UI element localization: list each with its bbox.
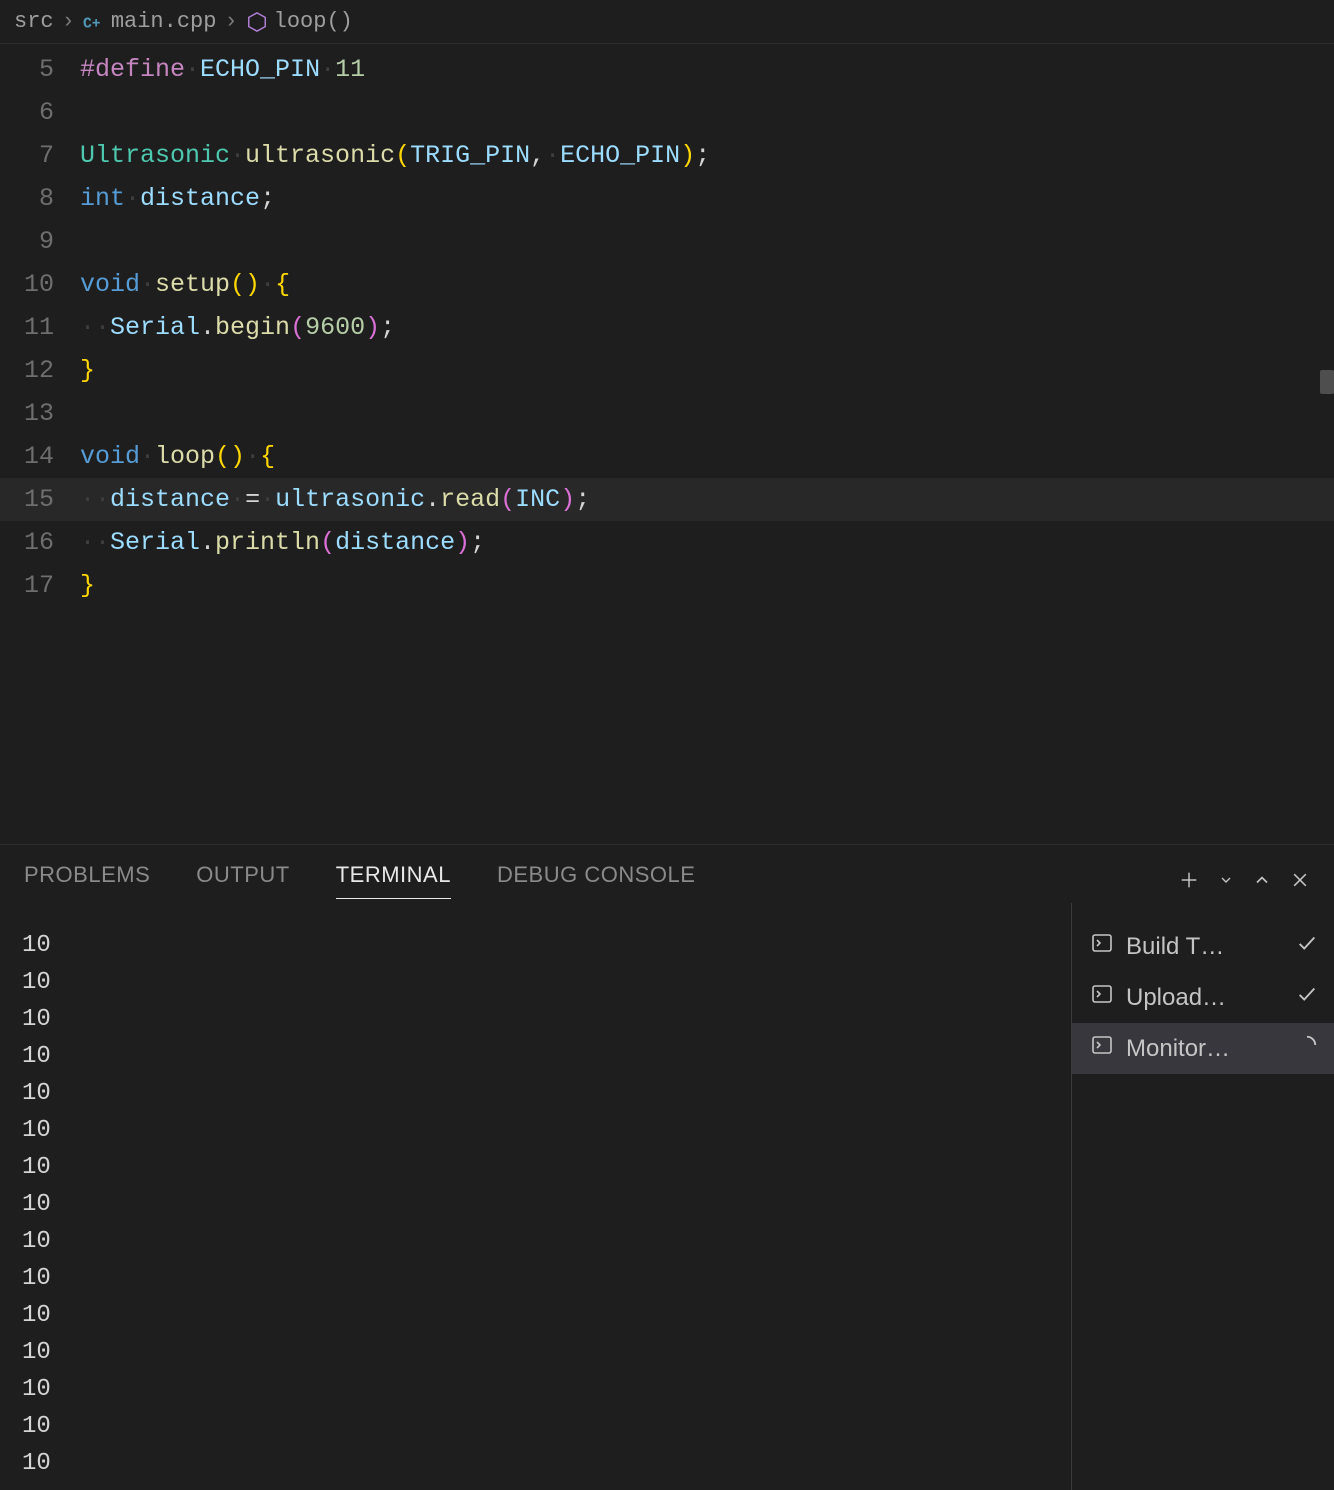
terminal-task-item[interactable]: Build T… (1072, 921, 1334, 972)
terminal-line: 10 (22, 1223, 1049, 1260)
terminal-output[interactable]: 101010101010101010101010101010 (0, 903, 1072, 1490)
line-number: 12 (0, 349, 80, 392)
line-number: 9 (0, 220, 80, 263)
new-terminal-button[interactable] (1178, 869, 1200, 891)
line-number: 8 (0, 177, 80, 220)
terminal-line: 10 (22, 1408, 1049, 1445)
breadcrumb-symbol[interactable]: loop() (246, 9, 353, 34)
code-content: #define·ECHO_PIN·11 (80, 48, 1334, 91)
line-number: 17 (0, 564, 80, 607)
terminal-task-item[interactable]: Monitor… (1072, 1023, 1334, 1074)
terminal-line: 10 (22, 1260, 1049, 1297)
code-line[interactable]: 5#define·ECHO_PIN·11 (0, 48, 1334, 91)
line-number: 5 (0, 48, 80, 91)
code-line[interactable]: 14void·loop()·{ (0, 435, 1334, 478)
code-line[interactable]: 15··distance·=·ultrasonic.read(INC); (0, 478, 1334, 521)
chevron-right-icon: › (224, 9, 237, 34)
line-number: 13 (0, 392, 80, 435)
code-line[interactable]: 7Ultrasonic·ultrasonic(TRIG_PIN,·ECHO_PI… (0, 134, 1334, 177)
code-line[interactable]: 12} (0, 349, 1334, 392)
terminal-task-list: Build T… Upload… Monitor… (1072, 903, 1334, 1490)
terminal-line: 10 (22, 1075, 1049, 1112)
close-panel-button[interactable] (1290, 870, 1310, 890)
terminal-line: 10 (22, 1334, 1049, 1371)
tab-output[interactable]: OUTPUT (196, 862, 289, 898)
panel-actions (1178, 869, 1310, 891)
terminal-line: 10 (22, 1297, 1049, 1334)
chevron-right-icon: › (62, 9, 75, 34)
code-line[interactable]: 11··Serial.begin(9600); (0, 306, 1334, 349)
breadcrumb-symbol-label: loop() (274, 9, 353, 34)
breadcrumb-folder[interactable]: src (14, 9, 54, 34)
terminal-task-item[interactable]: Upload… (1072, 972, 1334, 1023)
terminal-line: 10 (22, 1038, 1049, 1075)
svg-text:C+: C+ (83, 16, 101, 32)
terminal-icon (1090, 931, 1114, 962)
cpp-file-icon: C+ (83, 11, 105, 33)
terminal-line: 10 (22, 1112, 1049, 1149)
code-content: ··Serial.begin(9600); (80, 306, 1334, 349)
code-content: ··Serial.println(distance); (80, 521, 1334, 564)
code-content: int·distance; (80, 177, 1334, 220)
code-line[interactable]: 13 (0, 392, 1334, 435)
breadcrumb-file-label: main.cpp (111, 9, 217, 34)
line-number: 7 (0, 134, 80, 177)
breadcrumb: src › C+ main.cpp › loop() (0, 0, 1334, 44)
terminal-icon (1090, 1033, 1114, 1064)
check-icon (1296, 932, 1318, 961)
breadcrumb-file[interactable]: C+ main.cpp (83, 9, 217, 34)
breadcrumb-folder-label: src (14, 9, 54, 34)
tab-terminal[interactable]: TERMINAL (336, 862, 451, 899)
terminal-line: 10 (22, 964, 1049, 1001)
method-icon (246, 11, 268, 33)
panel-body: 101010101010101010101010101010 Build T…U… (0, 903, 1334, 1490)
tab-problems[interactable]: PROBLEMS (24, 862, 150, 898)
code-line[interactable]: 8int·distance; (0, 177, 1334, 220)
line-number: 14 (0, 435, 80, 478)
scrollbar-thumb[interactable] (1320, 370, 1334, 394)
terminal-line: 10 (22, 1001, 1049, 1038)
code-content: } (80, 349, 1334, 392)
code-line[interactable]: 17} (0, 564, 1334, 607)
terminal-dropdown-button[interactable] (1218, 872, 1234, 888)
maximize-panel-button[interactable] (1252, 870, 1272, 890)
code-editor[interactable]: 5#define·ECHO_PIN·1167Ultrasonic·ultraso… (0, 44, 1334, 844)
terminal-line: 10 (22, 1445, 1049, 1482)
code-content: } (80, 564, 1334, 607)
line-number: 15 (0, 478, 80, 521)
panel-tabs: PROBLEMS OUTPUT TERMINAL DEBUG CONSOLE (0, 845, 1334, 903)
spinner-icon (1296, 1034, 1318, 1063)
terminal-icon (1090, 982, 1114, 1013)
bottom-panel: PROBLEMSOUTPUTTERMINALDEBUG CONSOLE 1010… (0, 844, 1334, 1490)
terminal-line: 10 (22, 1186, 1049, 1223)
code-content: void·loop()·{ (80, 435, 1334, 478)
tab-debug-console[interactable]: DEBUG CONSOLE (497, 862, 695, 898)
terminal-line: 10 (22, 1149, 1049, 1186)
task-label: Build T… (1126, 933, 1284, 961)
code-line[interactable]: 6 (0, 91, 1334, 134)
terminal-line: 10 (22, 1371, 1049, 1408)
line-number: 6 (0, 91, 80, 134)
code-line[interactable]: 10void·setup()·{ (0, 263, 1334, 306)
line-number: 11 (0, 306, 80, 349)
code-line[interactable]: 16··Serial.println(distance); (0, 521, 1334, 564)
terminal-line: 10 (22, 927, 1049, 964)
code-content: Ultrasonic·ultrasonic(TRIG_PIN,·ECHO_PIN… (80, 134, 1334, 177)
code-content: ··distance·=·ultrasonic.read(INC); (80, 478, 1334, 521)
line-number: 10 (0, 263, 80, 306)
code-line[interactable]: 9 (0, 220, 1334, 263)
task-label: Upload… (1126, 984, 1284, 1012)
task-label: Monitor… (1126, 1035, 1284, 1063)
line-number: 16 (0, 521, 80, 564)
code-content: void·setup()·{ (80, 263, 1334, 306)
check-icon (1296, 983, 1318, 1012)
